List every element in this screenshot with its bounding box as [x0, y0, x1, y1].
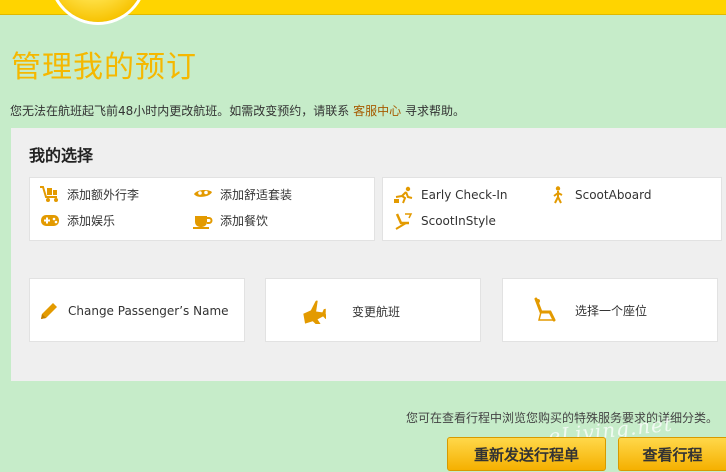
add-comfort-kit-option[interactable]: 添加舒适套装: [192, 185, 292, 203]
scootinstyle-label: ScootInStyle: [421, 214, 496, 228]
page-title: 管理我的预订: [11, 50, 197, 85]
early-check-in-option[interactable]: Early Check-In: [393, 186, 508, 204]
coffee-cup-icon: [192, 211, 214, 229]
notice-text: 您无法在航班起飞前48小时内更改航班。如需改变预约，请联系: [10, 104, 350, 118]
gamepad-icon: [39, 211, 61, 229]
running-person-icon: [393, 186, 415, 204]
view-itinerary-button[interactable]: 查看行程: [618, 437, 726, 471]
scootinstyle-option[interactable]: ScootInStyle: [393, 212, 496, 230]
luggage-cart-icon: [39, 185, 61, 203]
walking-person-icon: [547, 186, 569, 204]
change-name-option[interactable]: Change Passenger’s Name: [38, 300, 229, 322]
resend-itinerary-button[interactable]: 重新发送行程单: [447, 437, 606, 471]
change-flight-option[interactable]: 变更航班: [300, 298, 400, 324]
early-check-in-label: Early Check-In: [421, 188, 508, 202]
change-name-card[interactable]: Change Passenger’s Name: [29, 278, 245, 342]
add-baggage-label: 添加额外行李: [67, 187, 140, 202]
pencil-icon: [38, 300, 60, 322]
change-name-label: Change Passenger’s Name: [68, 304, 229, 318]
seat-upgrade-icon: [393, 212, 415, 230]
add-food-option[interactable]: 添加餐饮: [192, 211, 268, 229]
add-food-label: 添加餐饮: [220, 213, 269, 228]
notice-text-end: 寻求帮助。: [404, 104, 465, 118]
select-seat-label: 选择一个座位: [575, 303, 648, 318]
airplane-icon: [300, 298, 326, 324]
change-notice: 您无法在航班起飞前48小时内更改航班。如需改变预约，请联系 客服中心 寻求帮助。: [10, 102, 465, 119]
seat-icon: [531, 296, 559, 324]
services-card: Early Check-In ScootAboard ScootInStyle: [382, 177, 722, 241]
scootaboard-label: ScootAboard: [575, 188, 652, 202]
eye-mask-icon: [192, 185, 214, 203]
select-seat-card[interactable]: 选择一个座位: [502, 278, 718, 342]
addons-card: 添加额外行李 添加舒适套装 添加娱乐 添加餐饮: [29, 177, 375, 241]
footer-info-text: 您可在查看行程中浏览您购买的特殊服务要求的详细分类。: [405, 411, 718, 425]
change-flight-label: 变更航班: [352, 304, 401, 319]
select-seat-option[interactable]: 选择一个座位: [531, 296, 647, 324]
customer-service-link[interactable]: 客服中心: [353, 104, 401, 118]
add-entertainment-option[interactable]: 添加娱乐: [39, 211, 115, 229]
panel-title: 我的选择: [29, 146, 94, 165]
change-flight-card[interactable]: 变更航班: [265, 278, 481, 342]
add-comfort-kit-label: 添加舒适套装: [220, 187, 293, 202]
my-selection-panel: 我的选择 添加额外行李 添加舒适套装 添加娱乐 添加餐饮 Early Check…: [11, 128, 726, 381]
add-baggage-option[interactable]: 添加额外行李: [39, 185, 139, 203]
add-entertainment-label: 添加娱乐: [67, 213, 116, 228]
scootaboard-option[interactable]: ScootAboard: [547, 186, 651, 204]
